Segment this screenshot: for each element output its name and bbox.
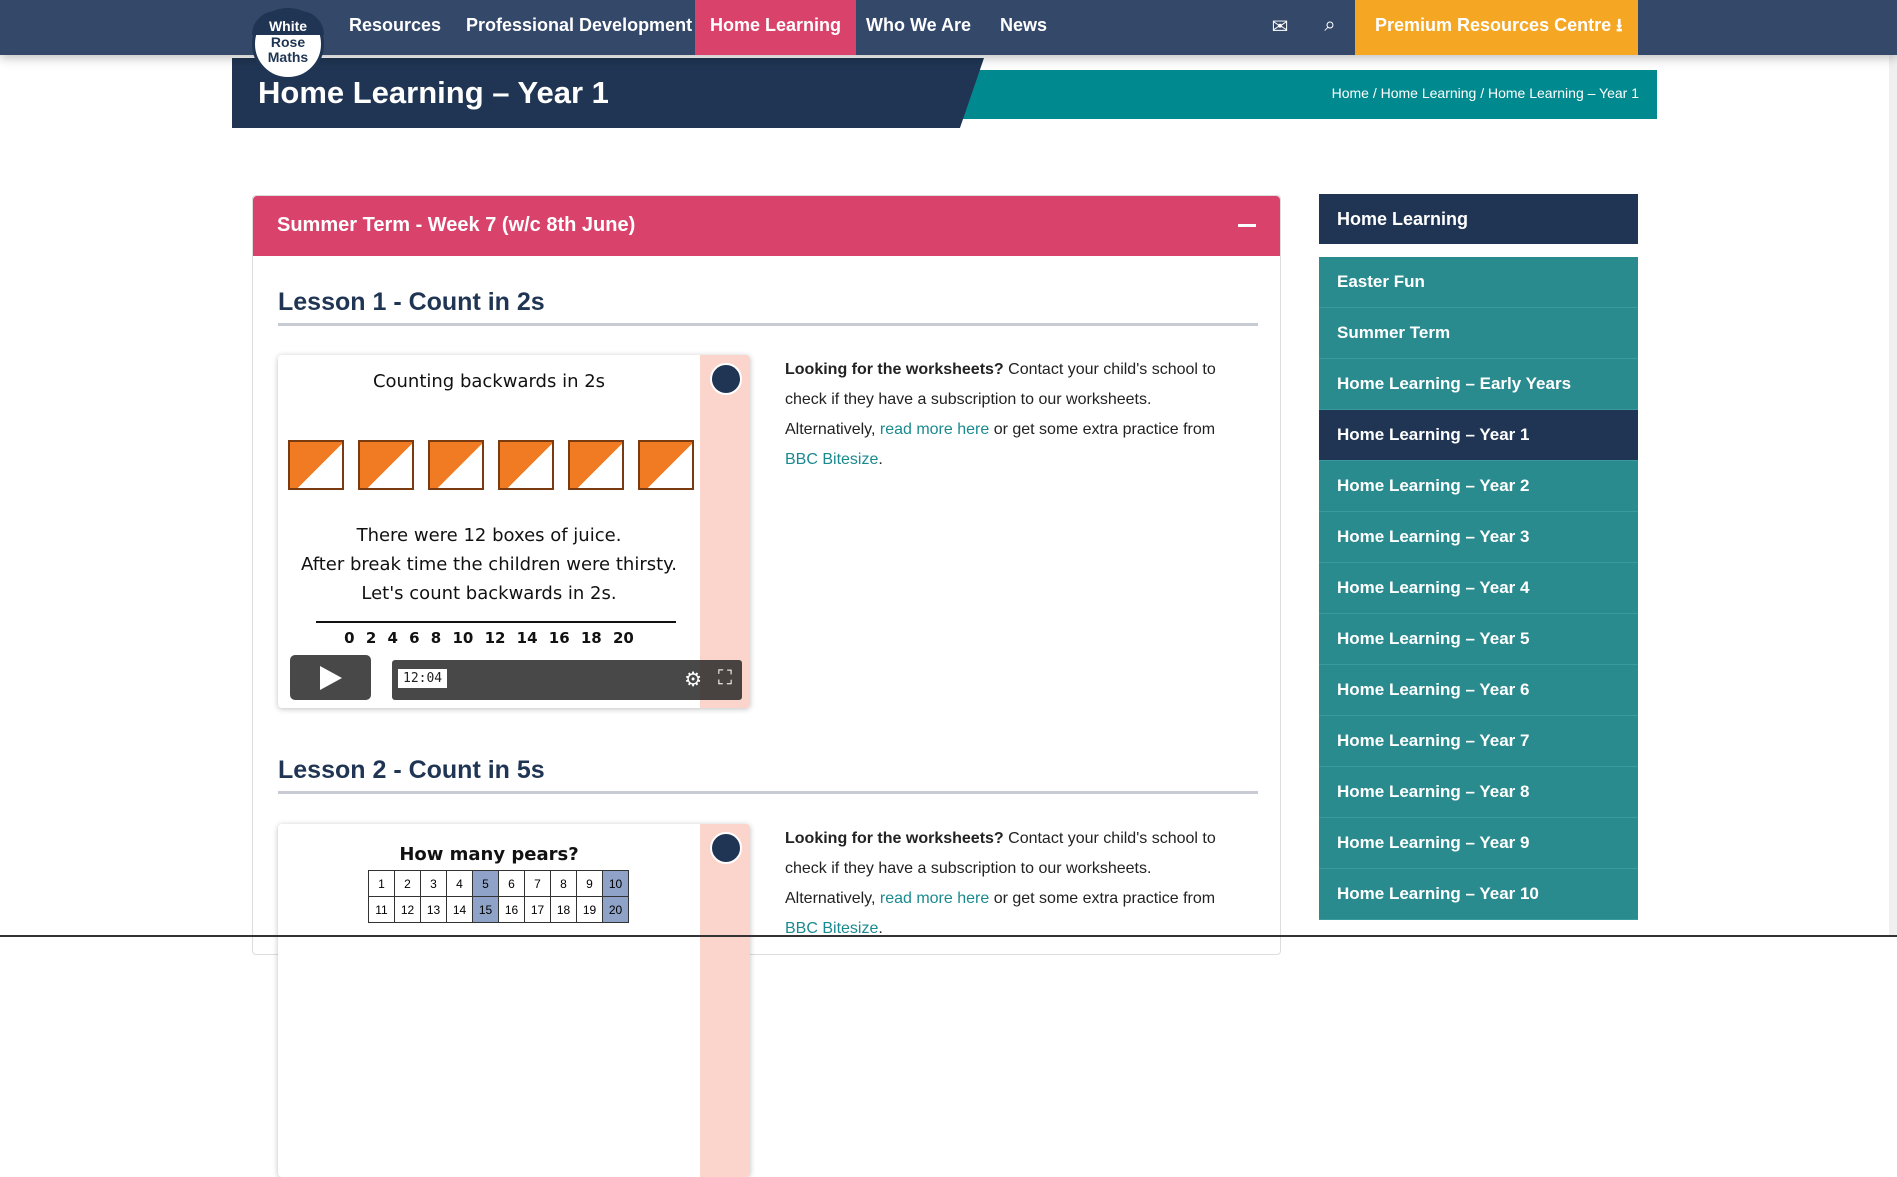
video-time: 12:04 [398, 669, 448, 688]
sidebar-item[interactable]: Home Learning – Year 7 [1319, 716, 1638, 767]
scrollbar[interactable] [1889, 55, 1897, 937]
sidebar-item[interactable]: Home Learning – Year 9 [1319, 818, 1638, 869]
sidebar-item[interactable]: Home Learning – Year 1 [1319, 410, 1638, 461]
play-button[interactable] [290, 655, 371, 700]
accordion-header[interactable]: Summer Term - Week 7 (w/c 8th June) [253, 196, 1280, 256]
sidebar-item[interactable]: Home Learning – Year 10 [1319, 869, 1638, 920]
premium-resources-button[interactable]: Premium Resources Centre ⭳ [1355, 0, 1638, 55]
fullscreen-icon[interactable]: ⛶ [718, 667, 732, 690]
wrm-badge [710, 832, 742, 864]
sidebar-item[interactable]: Home Learning – Year 2 [1319, 461, 1638, 512]
logo[interactable]: White Rose Maths [252, 8, 324, 80]
hundred-square: 1 2 3 4 5 6 7 8 9 10 11 12 13 14 15 16 17 18 19 20 [368, 870, 629, 923]
accordion-panel: Summer Term - Week 7 (w/c 8th June) Less… [252, 195, 1281, 1177]
sidebar: Home Learning Easter Fun Summer Term Home … [1319, 194, 1638, 920]
number-line [316, 621, 676, 623]
search-icon[interactable]: ⌕ [1318, 14, 1342, 38]
read-more-link[interactable]: read more here [880, 421, 989, 438]
lesson-title: Lesson 2 - Count in 5s [278, 756, 1258, 794]
mail-icon[interactable]: ✉ [1268, 14, 1292, 38]
worksheet-info: Looking for the worksheets? Contact your… [785, 830, 1216, 937]
sidebar-item[interactable]: Home Learning – Year 4 [1319, 563, 1638, 614]
sidebar-item[interactable]: Home Learning – Year 3 [1319, 512, 1638, 563]
number-line-labels: 0 2 4 6 8 10 12 14 16 18 20 [344, 629, 634, 647]
settings-icon[interactable]: ⚙ [684, 667, 702, 692]
sidebar-item[interactable]: Home Learning – Year 6 [1319, 665, 1638, 716]
video-player[interactable]: Counting backwards in 2s There were 12 b… [278, 355, 750, 708]
nav-professional-development[interactable]: Professional Development [451, 0, 707, 55]
breadcrumb-bar: Home / Home Learning / Home Learning – Y… [960, 70, 1657, 119]
wrm-badge [710, 363, 742, 395]
sidebar-item[interactable]: Home Learning – Year 8 [1319, 767, 1638, 818]
nav-news[interactable]: News [985, 0, 1062, 55]
nav-home-learning[interactable]: Home Learning [695, 0, 857, 55]
lesson-title: Lesson 1 - Count in 2s [278, 288, 1258, 326]
collapse-icon[interactable] [1238, 224, 1256, 227]
nav-who-we-are[interactable]: Who We Are [851, 0, 986, 55]
worksheet-info: Looking for the worksheets? Contact your… [785, 361, 1216, 468]
breadcrumb[interactable]: Home / Home Learning / Home Learning – Y… [1332, 85, 1639, 101]
nav-resources[interactable]: Resources [334, 0, 456, 55]
download-icon: ⭳ [1616, 15, 1623, 35]
sidebar-item[interactable]: Home Learning – Year 5 [1319, 614, 1638, 665]
video-player[interactable]: How many pears? 1 2 3 4 5 6 7 8 9 10 11 12 13 14 15 16 1… [278, 824, 750, 1177]
page-banner: Home Learning – Year 1 [232, 58, 984, 128]
sidebar-item[interactable]: Summer Term [1319, 308, 1638, 359]
sidebar-item[interactable]: Easter Fun [1319, 257, 1638, 308]
page-title: Home Learning – Year 1 [258, 75, 609, 110]
sidebar-item[interactable]: Home Learning – Early Years [1319, 359, 1638, 410]
read-more-link[interactable]: read more here [880, 890, 989, 907]
bbc-bitesize-link[interactable]: BBC Bitesize [785, 451, 878, 468]
sidebar-title[interactable]: Home Learning [1319, 194, 1638, 244]
